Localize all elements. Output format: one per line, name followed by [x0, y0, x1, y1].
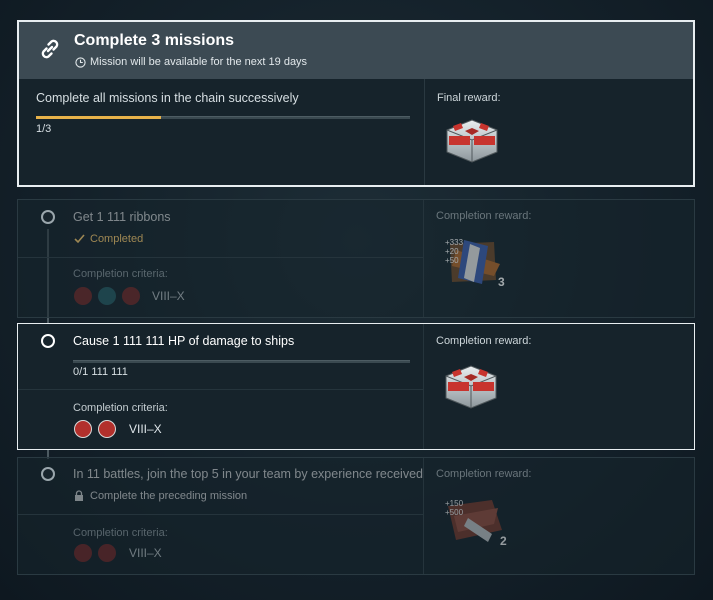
mission-2-details: Cause 1 111 111 HP of damage to ships 0/… [18, 324, 423, 449]
supercontainer-icon[interactable] [441, 114, 503, 164]
ship-class-battleship-icon [122, 287, 140, 305]
ship-class-battleship-icon [98, 420, 116, 438]
mission-1-reward: Completion reward: +333 +20 +50 3 [423, 200, 694, 317]
mission-1-reward-item[interactable]: +333 +20 +50 3 [444, 236, 514, 292]
chain-progress-section: Complete all missions in the chain succe… [19, 79, 424, 185]
ship-class-battleship-icon [98, 544, 116, 562]
clock-icon [75, 57, 86, 68]
mission-card-1[interactable]: Get 1 111 ribbons Completed Completion c… [17, 199, 695, 318]
mission-card-2[interactable]: Cause 1 111 111 HP of damage to ships 0/… [17, 323, 695, 450]
timeline-node-2 [41, 334, 55, 348]
checkmark-icon [74, 234, 85, 244]
mission-1-title: Get 1 111 ribbons [73, 210, 171, 224]
chain-progress-fill [36, 116, 161, 119]
reward-overlay: +333 +20 +50 [445, 238, 463, 265]
chain-description: Complete all missions in the chain succe… [36, 91, 299, 105]
reward-overlay-value: +333 [445, 238, 464, 247]
mission-3-criteria: VIII–X [74, 544, 194, 564]
final-reward-section: Final reward: [424, 79, 693, 185]
mission-2-title: Cause 1 111 111 HP of damage to ships [73, 334, 295, 348]
reward-overlay-value: +50 [445, 256, 459, 265]
timeline-node-3 [41, 467, 55, 481]
mission-card-3[interactable]: In 11 battles, join the top 5 in your te… [17, 457, 695, 575]
final-reward-label: Final reward: [437, 92, 501, 104]
availability-text: Mission will be available for the next 1… [90, 56, 308, 68]
mission-1-reward-count: 3 [498, 275, 505, 289]
mission-1-tier: VIII–X [152, 289, 185, 303]
mission-2-reward-label: Completion reward: [436, 335, 532, 347]
mission-1-status: Completed [90, 233, 144, 245]
mission-3-reward-item[interactable]: +150 +500 2 [444, 496, 514, 552]
mission-1-criteria-label: Completion criteria: [73, 268, 168, 280]
mission-3-reward-count: 2 [500, 534, 507, 548]
divider [18, 257, 423, 258]
mission-1-reward-label: Completion reward: [436, 210, 532, 222]
mission-1-details: Get 1 111 ribbons Completed Completion c… [18, 200, 423, 317]
chain-title: Complete 3 missions [74, 32, 235, 49]
reward-overlay-value: +500 [445, 508, 464, 517]
divider [18, 389, 423, 390]
mission-3-criteria-label: Completion criteria: [73, 527, 168, 539]
ship-class-cruiser-icon [98, 287, 116, 305]
chain-link-icon [41, 39, 59, 59]
mission-3-title: In 11 battles, join the top 5 in your te… [73, 467, 423, 481]
supercontainer-icon[interactable] [440, 360, 502, 410]
ship-class-destroyer-icon [74, 420, 92, 438]
divider [18, 514, 423, 515]
mission-3-reward-label: Completion reward: [436, 468, 532, 480]
mission-3-tier: VIII–X [129, 546, 162, 560]
chain-header: Complete 3 missions Mission will be avai… [19, 22, 693, 79]
lock-icon [75, 490, 83, 501]
mission-2-criteria: VIII–X [74, 420, 194, 440]
mission-2-criteria-label: Completion criteria: [73, 402, 168, 414]
ship-class-destroyer-icon [74, 287, 92, 305]
reward-overlay: +150 +500 [445, 499, 463, 517]
mission-2-progress-bar [73, 360, 410, 363]
chain-progress-bar [36, 116, 410, 119]
timeline-node-1 [41, 210, 55, 224]
mission-2-progress-text: 0/1 111 111 [73, 366, 128, 378]
reward-overlay-value: +150 [445, 499, 464, 508]
chain-progress-text: 1/3 [36, 123, 52, 135]
mission-1-criteria: VIII–X [74, 287, 194, 307]
mission-3-status: Complete the preceding mission [90, 490, 248, 502]
mission-chain-card: Complete 3 missions Mission will be avai… [17, 20, 695, 187]
mission-3-details: In 11 battles, join the top 5 in your te… [18, 458, 423, 574]
mission-2-reward: Completion reward: [423, 324, 694, 449]
ship-class-destroyer-icon [74, 544, 92, 562]
mission-3-reward: Completion reward: +150 +500 2 [423, 458, 694, 574]
reward-overlay-value: +20 [445, 247, 459, 256]
mission-2-tier: VIII–X [129, 422, 162, 436]
